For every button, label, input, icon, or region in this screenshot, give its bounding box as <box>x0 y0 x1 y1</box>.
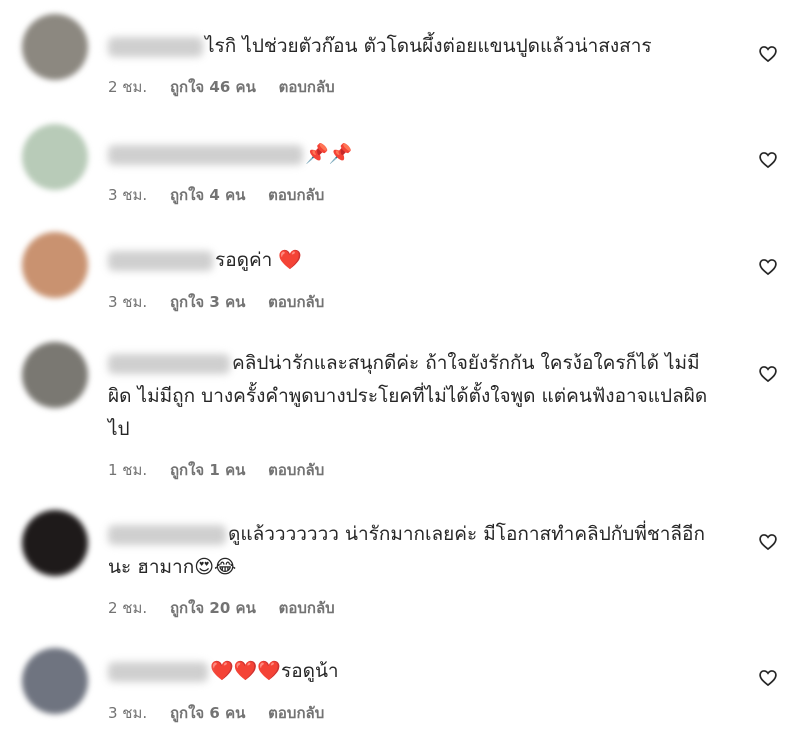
likes-count[interactable]: ถูกใจ 20 คน <box>170 599 256 617</box>
likes-count[interactable]: ถูกใจ 4 คน <box>170 186 245 204</box>
likes-count[interactable]: ถูกใจ 46 คน <box>170 78 256 96</box>
pushpin-emoji: 📌📌 <box>305 143 353 165</box>
avatar[interactable] <box>22 232 88 298</box>
username[interactable] <box>108 36 203 57</box>
heart-emoji: ❤️ <box>278 249 303 271</box>
comment-meta: 3 ชม. ถูกใจ 6 คน ตอบกลับ <box>108 701 342 725</box>
comment-text: รอดูน้า <box>280 660 339 682</box>
username[interactable] <box>108 250 213 271</box>
emoji: 😍😂 <box>194 556 237 578</box>
comment-text-line: ไรกิ ไปช่วยตัวก๊อน ตัวโดนผึ้งต่อยแขนปูดแ… <box>108 30 723 63</box>
reply-button[interactable]: ตอบกลับ <box>268 704 324 722</box>
username[interactable] <box>108 661 208 682</box>
heart-icon[interactable] <box>758 257 778 277</box>
username[interactable] <box>108 144 303 165</box>
reply-button[interactable]: ตอบกลับ <box>268 186 324 204</box>
likes-count[interactable]: ถูกใจ 3 คน <box>170 293 245 311</box>
timestamp: 2 ชม. <box>108 78 148 96</box>
comment-text: รอดูค่า <box>215 249 273 271</box>
timestamp: 1 ชม. <box>108 461 148 479</box>
reply-button[interactable]: ตอบกลับ <box>279 78 335 96</box>
likes-count[interactable]: ถูกใจ 1 คน <box>170 461 245 479</box>
comment-text-line: ดูแล้ววววววว น่ารักมากเลยค่ะ มีโอกาสทำคล… <box>108 518 723 584</box>
username[interactable] <box>108 524 226 545</box>
heart-icon[interactable] <box>758 150 778 170</box>
reply-button[interactable]: ตอบกลับ <box>268 461 324 479</box>
avatar[interactable] <box>22 510 88 576</box>
reply-button[interactable]: ตอบกลับ <box>279 599 335 617</box>
timestamp: 2 ชม. <box>108 599 148 617</box>
comment-meta: 2 ชม. ถูกใจ 20 คน ตอบกลับ <box>108 596 353 620</box>
timestamp: 3 ชม. <box>108 186 148 204</box>
heart-icon[interactable] <box>758 44 778 64</box>
likes-count[interactable]: ถูกใจ 6 คน <box>170 704 245 722</box>
timestamp: 3 ชม. <box>108 293 148 311</box>
comment-text-line: คลิปน่ารักและสนุกดีค่ะ ถ้าใจยังรักกัน ใค… <box>108 347 723 446</box>
comment-text-line: รอดูค่า ❤️ <box>108 244 723 277</box>
hearts-emoji: ❤️❤️❤️ <box>210 660 281 682</box>
comment-text-line: 📌📌 <box>108 138 723 171</box>
avatar[interactable] <box>22 124 88 190</box>
comment-text-line: ❤️❤️❤️รอดูน้า <box>108 655 723 688</box>
comment-meta: 2 ชม. ถูกใจ 46 คน ตอบกลับ <box>108 75 353 99</box>
heart-icon[interactable] <box>758 532 778 552</box>
comment-text: ไรกิ ไปช่วยตัวก๊อน ตัวโดนผึ้งต่อยแขนปูดแ… <box>205 35 652 57</box>
heart-icon[interactable] <box>758 364 778 384</box>
reply-button[interactable]: ตอบกลับ <box>268 293 324 311</box>
timestamp: 3 ชม. <box>108 704 148 722</box>
avatar[interactable] <box>22 14 88 80</box>
avatar[interactable] <box>22 648 88 714</box>
avatar[interactable] <box>22 342 88 408</box>
heart-icon[interactable] <box>758 668 778 688</box>
username[interactable] <box>108 353 230 374</box>
comment-meta: 1 ชม. ถูกใจ 1 คน ตอบกลับ <box>108 458 342 482</box>
comment-meta: 3 ชม. ถูกใจ 4 คน ตอบกลับ <box>108 183 342 207</box>
comment-meta: 3 ชม. ถูกใจ 3 คน ตอบกลับ <box>108 290 342 314</box>
